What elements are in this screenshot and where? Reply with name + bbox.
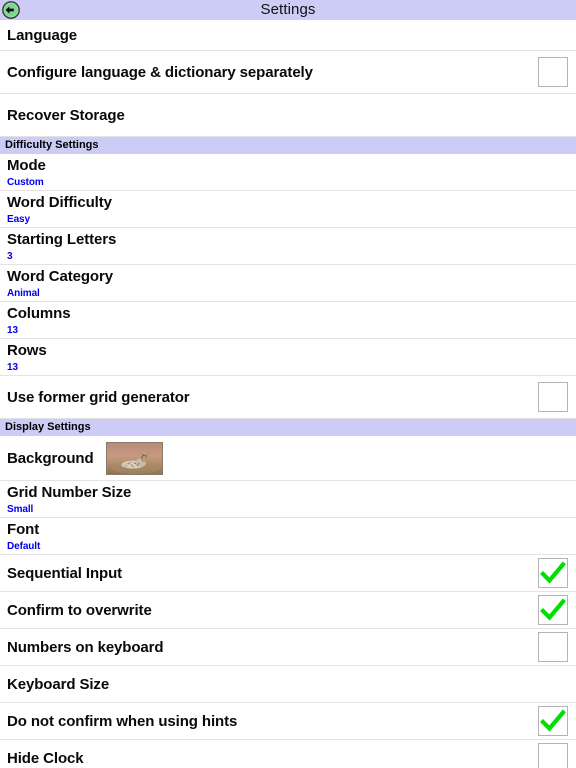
- row-label: Do not confirm when using hints: [7, 712, 238, 730]
- checkbox-use-former-grid-generator[interactable]: [538, 382, 568, 412]
- row-label: Starting Letters: [7, 231, 117, 248]
- checkbox-do-not-confirm-when-using-hints[interactable]: [538, 706, 568, 736]
- settings-row-mode[interactable]: Mode Custom: [0, 154, 576, 191]
- row-content: Background: [7, 436, 576, 480]
- row-label: Hide Clock: [7, 749, 84, 767]
- checkbox-numbers-on-keyboard[interactable]: [538, 632, 568, 662]
- checkbox-sequential-input[interactable]: [538, 558, 568, 588]
- settings-row-language[interactable]: Language: [0, 20, 576, 51]
- title-bar: Settings: [0, 0, 576, 20]
- settings-row-word-difficulty[interactable]: Word Difficulty Easy: [0, 191, 576, 228]
- background-thumbnail[interactable]: [105, 441, 163, 475]
- settings-row-font[interactable]: Font Default: [0, 518, 576, 555]
- row-label: Word Difficulty: [7, 194, 112, 211]
- page-title: Settings: [260, 1, 316, 18]
- checkbox-hide-clock[interactable]: [538, 743, 568, 768]
- row-value: Animal: [7, 288, 40, 299]
- settings-row-keyboard-size[interactable]: Keyboard Size: [0, 666, 576, 703]
- settings-row-grid-number-size[interactable]: Grid Number Size Small: [0, 481, 576, 518]
- row-label: Rows: [7, 342, 47, 359]
- settings-row-background[interactable]: Background: [0, 436, 576, 481]
- settings-row-word-category[interactable]: Word Category Animal: [0, 265, 576, 302]
- row-label: Mode: [7, 157, 46, 174]
- settings-row-configure-language-dictionary[interactable]: Configure language & dictionary separate…: [0, 51, 576, 94]
- settings-row-starting-letters[interactable]: Starting Letters 3: [0, 228, 576, 265]
- row-value: 13: [7, 325, 18, 336]
- settings-row-columns[interactable]: Columns 13: [0, 302, 576, 339]
- checkbox-configure-language-dictionary[interactable]: [538, 57, 568, 87]
- settings-row-do-not-confirm-when-using-hints[interactable]: Do not confirm when using hints: [0, 703, 576, 740]
- row-label: Language: [7, 26, 78, 44]
- settings-row-confirm-to-overwrite[interactable]: Confirm to overwrite: [0, 592, 576, 629]
- back-arrow-icon[interactable]: [2, 1, 20, 19]
- row-value: Default: [7, 541, 41, 552]
- settings-row-recover-storage[interactable]: Recover Storage: [0, 94, 576, 137]
- row-value: 13: [7, 362, 18, 373]
- row-label: Recover Storage: [7, 106, 125, 124]
- settings-row-hide-clock[interactable]: Hide Clock: [0, 740, 576, 768]
- row-value: Easy: [7, 214, 30, 225]
- row-label: Sequential Input: [7, 564, 123, 582]
- settings-row-sequential-input[interactable]: Sequential Input: [0, 555, 576, 592]
- row-label: Word Category: [7, 268, 113, 285]
- row-value: Small: [7, 504, 34, 515]
- row-label: Numbers on keyboard: [7, 638, 164, 656]
- section-header-display: Display Settings: [0, 419, 576, 436]
- checkbox-confirm-to-overwrite[interactable]: [538, 595, 568, 625]
- section-header-label: Display Settings: [5, 421, 91, 433]
- row-label: Background: [7, 449, 94, 467]
- settings-list[interactable]: Language Configure language & dictionary …: [0, 20, 576, 768]
- settings-row-rows[interactable]: Rows 13: [0, 339, 576, 376]
- row-value: Custom: [7, 177, 44, 188]
- section-header-difficulty: Difficulty Settings: [0, 137, 576, 154]
- row-label: Font: [7, 521, 40, 538]
- row-value: 3: [7, 251, 13, 262]
- row-label: Keyboard Size: [7, 675, 110, 693]
- row-label: Use former grid generator: [7, 388, 190, 406]
- settings-row-numbers-on-keyboard[interactable]: Numbers on keyboard: [0, 629, 576, 666]
- row-label: Confirm to overwrite: [7, 601, 152, 619]
- settings-row-use-former-grid-generator[interactable]: Use former grid generator: [0, 376, 576, 419]
- row-label: Grid Number Size: [7, 484, 132, 501]
- row-label: Columns: [7, 305, 71, 322]
- section-header-label: Difficulty Settings: [5, 139, 99, 151]
- row-label: Configure language & dictionary separate…: [7, 63, 313, 81]
